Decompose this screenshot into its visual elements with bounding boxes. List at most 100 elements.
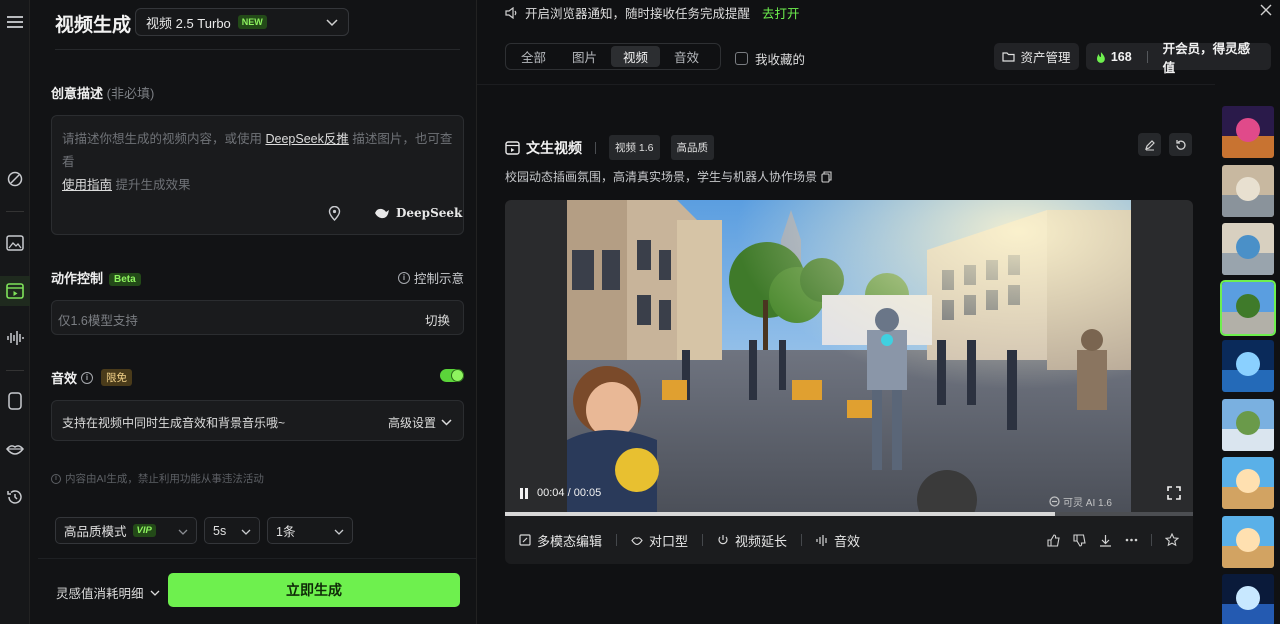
- phone-icon[interactable]: [0, 386, 30, 416]
- credits-bar[interactable]: 168 开会员，得灵感值: [1086, 42, 1271, 75]
- menu-icon[interactable]: [0, 7, 30, 37]
- title-separator: [595, 141, 596, 154]
- generation-panel: 视频生成 视频 2.5 Turbo NEW 创意描述 (非必填) 请描述你想生成…: [38, 0, 476, 624]
- quality-mode-value: 高品质模式: [64, 525, 127, 539]
- count-select[interactable]: 1条: [267, 517, 353, 544]
- audio-wave-icon[interactable]: [0, 323, 30, 353]
- lips-icon[interactable]: [0, 434, 30, 464]
- lip-sync-label: 对口型: [649, 533, 689, 549]
- video-player[interactable]: 00:04 / 00:05 可灵 AI 1.6: [505, 200, 1193, 515]
- prompt-line: 校园动态插画氛围，高清真实场景，学生与机器人协作场景: [505, 168, 832, 185]
- generate-button[interactable]: 立即生成: [168, 573, 460, 607]
- thumbs-down-icon[interactable]: [1073, 533, 1086, 547]
- speaker-icon: [505, 6, 517, 19]
- chevron-down-icon: [441, 419, 452, 426]
- thumbnail-lightning-character[interactable]: [1220, 572, 1276, 624]
- copy-icon[interactable]: [821, 170, 832, 183]
- thumbnail-campus-scene[interactable]: [1220, 279, 1276, 336]
- advanced-settings-button[interactable]: 高级设置: [388, 414, 452, 431]
- sfx-label: 音效 i 限免: [51, 368, 133, 387]
- filter-tabs: 全部 图片 视频 音效: [505, 43, 721, 70]
- cost-details-label: 灵感值消耗明细: [56, 587, 144, 601]
- motion-label-text: 动作控制: [51, 271, 104, 286]
- footer-divider: [38, 558, 476, 559]
- more-icon[interactable]: [1125, 538, 1138, 542]
- video-frame[interactable]: [567, 200, 1131, 515]
- deepseek-reverse-link[interactable]: DeepSeek反推: [265, 132, 348, 146]
- ai-content-notice: i 内容由AI生成，禁止利用功能从事违法活动: [51, 471, 264, 486]
- history-icon[interactable]: [0, 482, 30, 512]
- info-icon[interactable]: i: [81, 371, 94, 384]
- location-pin-icon[interactable]: [328, 205, 341, 226]
- favorites-checkbox[interactable]: [735, 52, 748, 65]
- model-selector[interactable]: 视频 2.5 Turbo NEW: [135, 8, 349, 36]
- thumbnail-shiba-cartoon-2[interactable]: [1220, 514, 1276, 570]
- deepseek-button[interactable]: DeepSeek: [374, 206, 462, 220]
- lips-icon: [631, 536, 643, 545]
- sfx-toggle[interactable]: [440, 369, 464, 382]
- switch-button[interactable]: 切换: [425, 310, 450, 329]
- tab-1[interactable]: 图片: [560, 46, 609, 67]
- thumbs-up-icon[interactable]: [1047, 533, 1060, 547]
- motion-placeholder: 仅1.6模型支持: [58, 314, 138, 328]
- pause-icon[interactable]: [519, 487, 529, 499]
- toolbar-separator: [702, 534, 704, 546]
- tab-3[interactable]: 音效: [662, 46, 711, 67]
- control-demo-link[interactable]: i 控制示意: [398, 268, 464, 287]
- left-rail: [0, 0, 30, 624]
- card-header: 文生视频 视频 1.6 高品质: [505, 135, 719, 160]
- advanced-settings-label: 高级设置: [387, 416, 436, 430]
- beta-badge: Beta: [109, 273, 141, 286]
- thumbnail-robot-lab[interactable]: [1220, 163, 1276, 219]
- enable-notification-link[interactable]: 去打开: [762, 3, 800, 22]
- info-icon: i: [51, 473, 61, 484]
- watermark-text: 可灵 AI 1.6: [1063, 498, 1112, 509]
- edit-sparkle-icon[interactable]: [0, 164, 30, 194]
- asset-management-button[interactable]: 资产管理: [994, 43, 1079, 70]
- prompt-textarea[interactable]: 请描述你想生成的视频内容，或使用 DeepSeek反推 描述图片，也可查看 使用指…: [51, 115, 464, 235]
- thumbnail-jellyfish-blue[interactable]: [1220, 338, 1276, 394]
- creative-label: 创意描述 (非必填): [51, 83, 154, 102]
- video-icon[interactable]: [0, 276, 30, 306]
- tab-0[interactable]: 全部: [509, 46, 558, 67]
- sound-effect-button[interactable]: 音效: [816, 531, 860, 550]
- favorites-filter[interactable]: 我收藏的: [735, 49, 805, 68]
- audio-wave-icon: [816, 534, 827, 546]
- thumbnail-shiba-cartoon[interactable]: [1220, 455, 1276, 511]
- toolbar-separator: [801, 534, 803, 546]
- star-icon[interactable]: [1165, 533, 1179, 547]
- model-name: 视频 2.5 Turbo: [146, 15, 231, 31]
- sfx-settings-box: 支持在视频中同时生成音效和背景音乐哦~ 高级设置: [51, 400, 464, 441]
- download-icon[interactable]: [1099, 534, 1112, 547]
- lip-sync-button[interactable]: 对口型: [631, 531, 688, 550]
- fullscreen-icon[interactable]: [1167, 486, 1181, 505]
- thumbnail-fox-anime[interactable]: [1220, 104, 1276, 160]
- quality-mode-select[interactable]: 高品质模式 VIP: [55, 517, 197, 544]
- panel-title: 视频生成: [55, 15, 132, 36]
- asset-management-label: 资产管理: [1020, 51, 1071, 65]
- credits-value: 168: [1110, 49, 1132, 64]
- membership-promo[interactable]: 开会员，得灵感值: [1163, 38, 1261, 76]
- chevron-down-icon: [178, 524, 188, 538]
- history-thumbnails: [1220, 104, 1276, 624]
- video-extend-button[interactable]: 视频延长: [717, 531, 787, 550]
- duration-select[interactable]: 5s: [204, 517, 260, 544]
- image-icon[interactable]: [0, 228, 30, 258]
- multimodal-edit-button[interactable]: 多模态编辑: [519, 531, 602, 550]
- regenerate-icon[interactable]: [1169, 133, 1192, 156]
- rail-divider: [6, 370, 24, 371]
- prompt-placeholder: 请描述你想生成的视频内容，或使用 DeepSeek反推 描述图片，也可查看 使用指…: [62, 128, 454, 197]
- thumbnail-cartoon-sheep[interactable]: [1220, 397, 1276, 453]
- motion-control-input[interactable]: 仅1.6模型支持 切换: [51, 300, 464, 335]
- close-icon[interactable]: [1260, 3, 1272, 20]
- multimodal-edit-label: 多模态编辑: [537, 533, 603, 549]
- toolbar-separator: [1151, 534, 1152, 546]
- edit-icon[interactable]: [1138, 133, 1161, 156]
- thumbnail-robot-class[interactable]: [1220, 221, 1276, 277]
- whale-icon: [375, 208, 389, 219]
- tab-2[interactable]: 视频: [611, 46, 661, 67]
- folder-icon: [1002, 52, 1016, 62]
- info-icon: i: [398, 271, 410, 284]
- usage-guide-link[interactable]: 使用指南: [62, 178, 112, 192]
- cost-details-toggle[interactable]: 灵感值消耗明细: [56, 583, 160, 602]
